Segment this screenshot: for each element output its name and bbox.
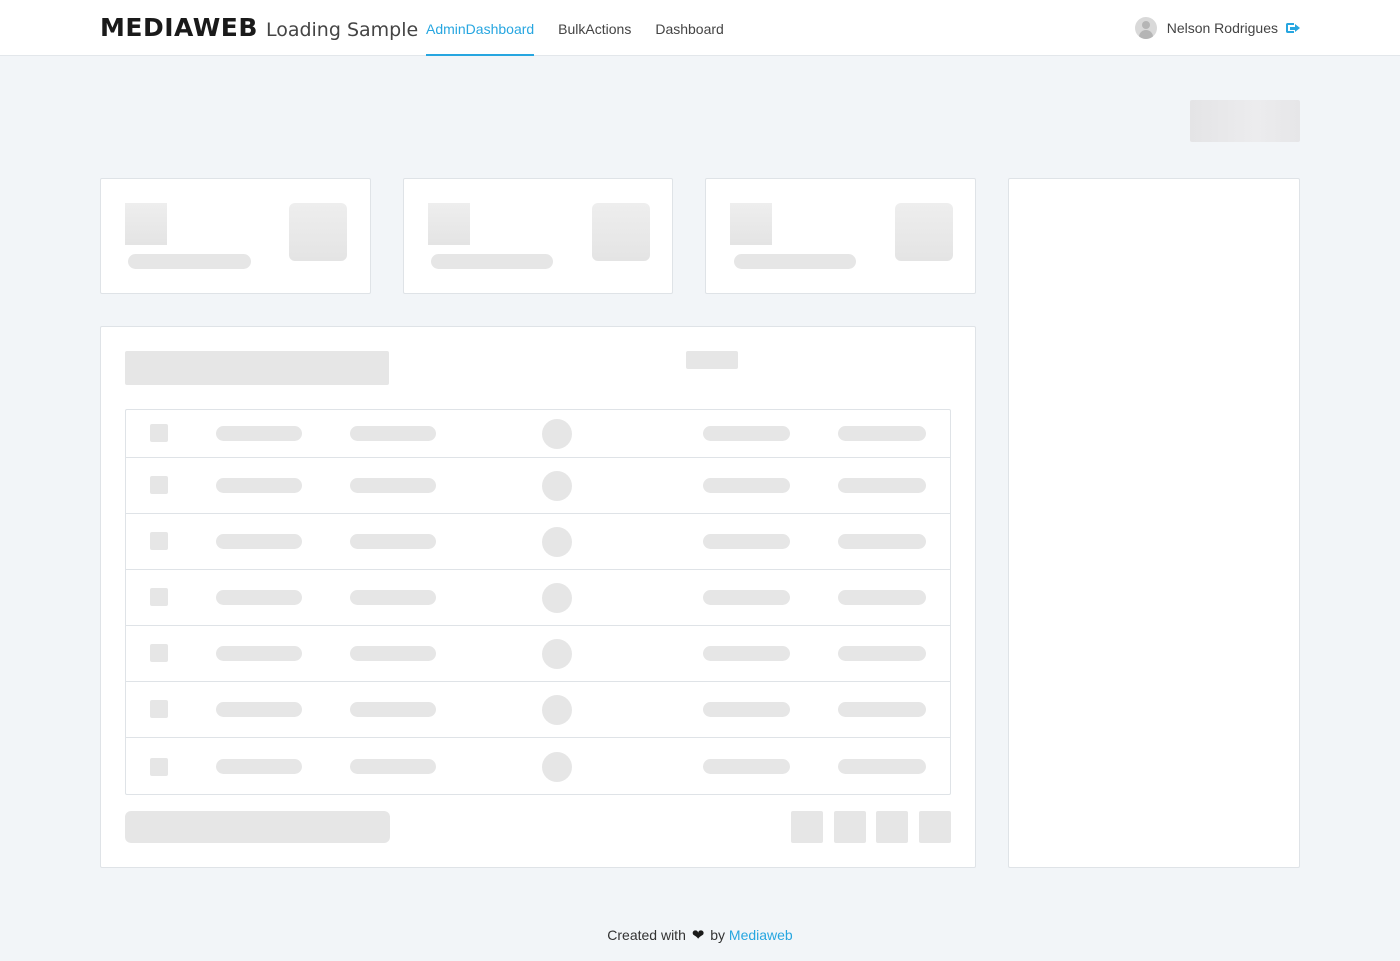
top-navbar: MEDIAWEB Loading Sample AdminDashboard B… <box>0 0 1400 56</box>
table-row <box>126 738 950 794</box>
cell-placeholder <box>838 702 926 717</box>
table-filter-placeholder <box>686 351 738 369</box>
cell-placeholder <box>703 646 790 661</box>
brand[interactable]: MEDIAWEB Loading Sample <box>100 13 418 42</box>
footer-prefix: Created with <box>607 927 686 943</box>
cell-placeholder <box>838 759 926 774</box>
pagination-button-placeholder <box>834 811 866 843</box>
cell-placeholder <box>350 702 436 717</box>
cell-placeholder <box>216 478 302 493</box>
avatar-placeholder <box>542 419 572 449</box>
footer-link[interactable]: Mediaweb <box>729 927 793 943</box>
stat-icon-placeholder <box>592 203 650 261</box>
cell-placeholder <box>216 646 302 661</box>
stat-value-placeholder <box>730 203 772 245</box>
table-title-placeholder <box>125 351 389 385</box>
cell-placeholder <box>703 478 790 493</box>
data-table-placeholder <box>125 409 951 795</box>
cell-placeholder <box>350 590 436 605</box>
cell-placeholder <box>838 478 926 493</box>
user-name[interactable]: Nelson Rodrigues <box>1167 20 1278 36</box>
avatar[interactable] <box>1134 17 1157 39</box>
table-row <box>126 570 950 626</box>
cell-placeholder <box>350 426 436 441</box>
checkbox-placeholder <box>150 476 168 494</box>
tab-bulk-actions[interactable]: BulkActions <box>558 0 631 56</box>
checkbox-placeholder <box>150 758 168 776</box>
avatar-placeholder <box>542 695 572 725</box>
cell-placeholder <box>216 426 302 441</box>
cell-placeholder <box>216 759 302 774</box>
table-row <box>126 682 950 738</box>
cell-placeholder <box>216 590 302 605</box>
table-row <box>126 626 950 682</box>
side-panel <box>1008 178 1300 868</box>
cell-placeholder <box>216 702 302 717</box>
avatar-placeholder <box>542 639 572 669</box>
checkbox-placeholder <box>150 424 168 442</box>
stat-icon-placeholder <box>895 203 953 261</box>
stat-card <box>100 178 371 294</box>
avatar-placeholder <box>542 752 572 782</box>
table-row <box>126 410 950 458</box>
cell-placeholder <box>838 426 926 441</box>
table-row <box>126 458 950 514</box>
brand-subtitle: Loading Sample <box>265 19 419 41</box>
pagination-button-placeholder <box>919 811 951 843</box>
tab-admin-dashboard[interactable]: AdminDashboard <box>426 0 535 56</box>
cell-placeholder <box>838 534 926 549</box>
checkbox-placeholder <box>150 644 168 662</box>
sign-out-icon[interactable] <box>1286 22 1300 34</box>
heart-icon: ❤ <box>691 927 705 944</box>
cell-placeholder <box>703 426 790 441</box>
table-row <box>126 514 950 570</box>
cell-placeholder <box>350 534 436 549</box>
brand-logo[interactable]: MEDIAWEB <box>100 13 258 42</box>
checkbox-placeholder <box>150 700 168 718</box>
stat-label-placeholder <box>431 254 553 269</box>
tab-dashboard[interactable]: Dashboard <box>655 0 724 56</box>
checkbox-placeholder <box>150 588 168 606</box>
checkbox-placeholder <box>150 532 168 550</box>
cell-placeholder <box>703 759 790 774</box>
stat-value-placeholder <box>125 203 167 245</box>
cell-placeholder <box>350 646 436 661</box>
action-button-placeholder <box>1190 100 1300 142</box>
cell-placeholder <box>838 590 926 605</box>
cell-placeholder <box>838 646 926 661</box>
stat-card <box>705 178 976 294</box>
stat-label-placeholder <box>128 254 251 269</box>
avatar-placeholder <box>542 527 572 557</box>
pagination-button-placeholder <box>876 811 908 843</box>
avatar-placeholder <box>542 583 572 613</box>
stat-icon-placeholder <box>289 203 347 261</box>
cell-placeholder <box>703 702 790 717</box>
stat-value-placeholder <box>428 203 470 245</box>
table-info-placeholder <box>125 811 390 843</box>
cell-placeholder <box>703 534 790 549</box>
cell-placeholder <box>350 759 436 774</box>
page-footer: Created with ❤ by Mediaweb <box>0 926 1400 944</box>
footer-by: by <box>710 927 726 943</box>
cell-placeholder <box>703 590 790 605</box>
nav-tabs: AdminDashboard BulkActions Dashboard <box>426 0 748 56</box>
stat-label-placeholder <box>734 254 856 269</box>
pagination-button-placeholder <box>791 811 823 843</box>
cell-placeholder <box>350 478 436 493</box>
user-menu[interactable]: Nelson Rodrigues <box>1134 17 1300 39</box>
stat-card <box>403 178 673 294</box>
cell-placeholder <box>216 534 302 549</box>
avatar-placeholder <box>542 471 572 501</box>
